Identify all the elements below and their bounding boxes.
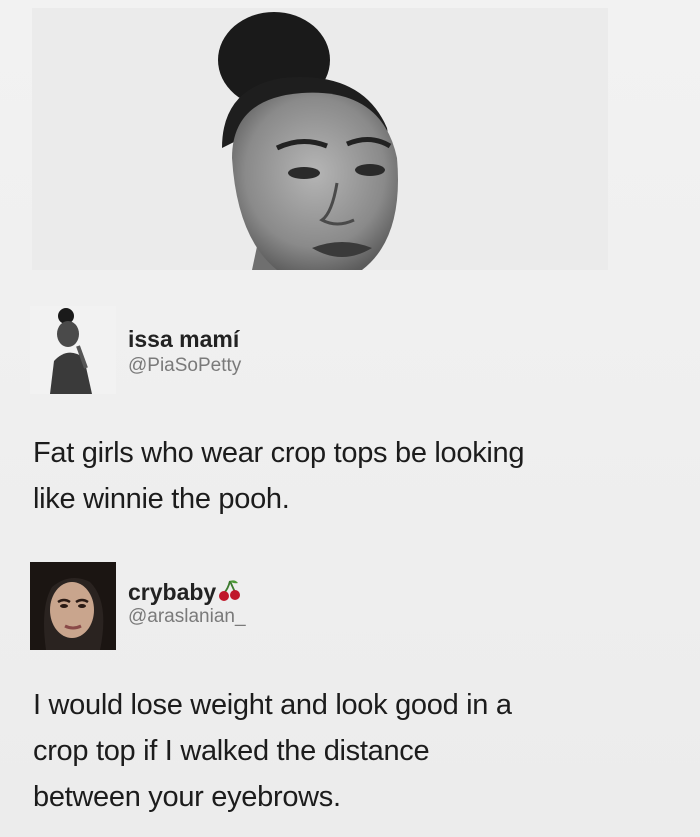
tweet-text: Fat girls who wear crop tops be looking …: [33, 430, 673, 522]
tweet-text: I would lose weight and look good in a c…: [33, 682, 673, 820]
avatar[interactable]: [30, 306, 116, 394]
avatar-image: [30, 306, 116, 394]
user-handle[interactable]: @PiaSoPetty: [128, 355, 241, 377]
tweet-text-line: like winnie the pooh.: [33, 483, 290, 515]
portrait-image: [32, 8, 608, 270]
tweet-text-line: between your eyebrows.: [33, 781, 341, 813]
display-name[interactable]: crybaby: [128, 579, 242, 609]
avatar-image: [30, 562, 116, 650]
meme-screenshot: issa mamí @PiaSoPetty Fat girls who wear…: [0, 0, 700, 837]
tweet-text-line: crop top if I walked the distance: [33, 735, 430, 767]
header-photo: [32, 8, 608, 270]
cherry-icon: [218, 579, 242, 609]
display-name-text: crybaby: [128, 579, 217, 606]
user-handle[interactable]: @araslanian_: [128, 606, 246, 628]
avatar[interactable]: [30, 562, 116, 650]
tweet-text-line: I would lose weight and look good in a: [33, 689, 512, 721]
tweet-text-line: Fat girls who wear crop tops be looking: [33, 437, 525, 469]
display-name[interactable]: issa mamí: [128, 326, 239, 353]
